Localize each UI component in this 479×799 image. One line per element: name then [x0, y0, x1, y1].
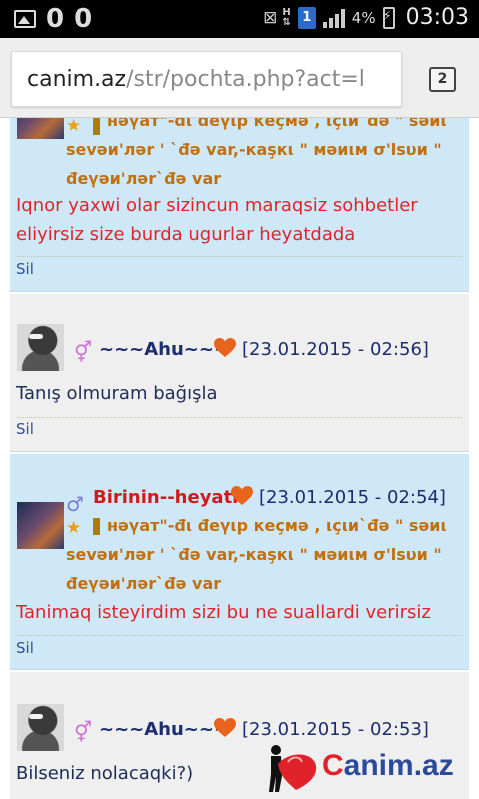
url-path: /str/pochta.php?act=l [126, 67, 365, 92]
heart-icon [231, 486, 253, 505]
sim-icon: 1 [297, 6, 316, 29]
message-item: ★ нәүат"-đι đеүιр кеçмә , ιçιи`đә " ѕәиι… [10, 118, 469, 292]
message-item: ⚥ ~~~Ahu~~~ [23.01.2015 - 02:56] Tanış o… [10, 294, 469, 452]
battery-percent: 4% [351, 8, 376, 27]
notification-glyph-2: 0 [74, 4, 93, 34]
user-status-line: нәүат"-đι đеүιр кеçмә , ιçιи`đә " ѕәиι [107, 516, 447, 535]
male-icon: ♂ [66, 492, 84, 516]
image-icon [14, 10, 36, 28]
browser-toolbar: canim.az/str/pochta.php?act=l 2 [0, 38, 479, 118]
message-item: ♂ ★ Birinin--heyatii [23.01.2015 - 02:54… [10, 454, 469, 670]
logo-text: Canim.az [322, 746, 454, 786]
female-icon: ⚥ [74, 720, 93, 744]
sender-nickname[interactable]: ~~~Ahu~~~ [99, 719, 229, 741]
logo-rest: anim.az [343, 749, 454, 782]
delete-link[interactable]: Sil [16, 420, 34, 438]
status-bar-icon [93, 518, 100, 535]
message-date: [23.01.2015 - 02:54] [259, 487, 446, 508]
network-type-label: H [282, 6, 291, 18]
logo-letter-c: C [322, 749, 344, 782]
message-text: Tanış olmuram bağışla [16, 383, 218, 404]
avatar[interactable] [17, 502, 64, 549]
status-left-icons: 0 0 [14, 4, 93, 34]
user-status-line: đеүәи'ләr`đә vаr [66, 574, 222, 593]
user-status-line: нәүат"-đι đеүιр кеçмә , ιçιи`đә " ѕәиι [107, 118, 447, 130]
canim-logo: Canim.az [266, 742, 470, 792]
delete-link[interactable]: Sil [16, 639, 34, 657]
star-icon: ★ [66, 118, 82, 136]
message-text: Iqnor yaxwi olar sizincun maraqsiz sohbe… [16, 195, 418, 245]
data-arrows-icon: H ⇅ [282, 6, 291, 28]
star-icon: ★ [66, 518, 82, 538]
sender-nickname[interactable]: ~~~Ahu~~~ [99, 339, 229, 361]
signal-icon [322, 8, 345, 28]
user-status-line: đеүәи'ләr`đә vаr [66, 169, 222, 188]
avatar[interactable] [17, 118, 64, 139]
heart-icon [214, 718, 236, 737]
battery-charging-icon [382, 6, 395, 29]
user-status-line: ѕеvәи'ләr ' `đә vаr,-каşкι " мәиιм σ'lѕυ… [66, 140, 442, 159]
url-field[interactable]: canim.az/str/pochta.php?act=l [11, 51, 402, 107]
mute-icon: ⊠ [263, 7, 277, 28]
message-date: [23.01.2015 - 02:56] [242, 339, 429, 360]
tab-switcher-button[interactable]: 2 [429, 67, 456, 92]
avatar[interactable] [17, 324, 64, 371]
couple-silhouette-icon [269, 745, 317, 792]
divider [17, 417, 462, 418]
message-text: Tanimaq isteyirdim sizi bu ne suallardi … [16, 602, 431, 623]
divider [17, 635, 462, 636]
message-date: [23.01.2015 - 02:53] [242, 719, 429, 740]
status-bar: 0 0 ⊠ H⇅ 1 4% 03:03 [0, 0, 479, 38]
user-status-line: ѕеvәи'ләr ' `đә vаr,-каşкι " мәиιм σ'lѕυ… [66, 545, 442, 564]
clock: 03:03 [405, 5, 469, 30]
mailbox-content: ★ нәүат"-đι đеүιр кеçмә , ιçιи`đә " ѕәиι… [0, 118, 479, 799]
url-host: canim.az [27, 67, 127, 92]
url-text: canim.az/str/pochta.php?act=l [27, 67, 365, 93]
status-right-icons: ⊠ H⇅ 1 4% 03:03 [263, 5, 469, 30]
sender-nickname[interactable]: Birinin--heyatii [93, 487, 245, 509]
avatar[interactable] [17, 704, 64, 751]
divider [17, 256, 462, 257]
notification-glyph-1: 0 [46, 4, 65, 34]
heart-icon [214, 338, 236, 357]
delete-link[interactable]: Sil [16, 260, 34, 278]
status-bar-icon [93, 118, 100, 135]
female-icon: ⚥ [74, 340, 93, 364]
